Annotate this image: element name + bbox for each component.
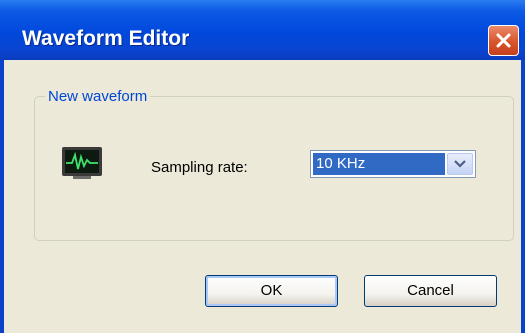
title-bar[interactable]: Waveform Editor (0, 0, 525, 60)
sampling-rate-label: Sampling rate: (151, 159, 248, 176)
dropdown-button[interactable] (447, 153, 473, 175)
ok-button[interactable]: OK (205, 275, 338, 307)
close-icon (496, 33, 511, 48)
cancel-button[interactable]: Cancel (364, 275, 497, 307)
waveform-monitor-icon (62, 147, 102, 179)
window-title: Waveform Editor (22, 27, 190, 50)
sampling-rate-value: 10 KHz (313, 153, 445, 175)
close-button[interactable] (488, 25, 519, 56)
chevron-down-icon (454, 160, 466, 168)
group-legend: New waveform (45, 87, 151, 106)
waveform-editor-dialog: Waveform Editor New waveform Sampling ra… (0, 0, 525, 333)
new-waveform-group: New waveform Sampling rate: 10 KHz (34, 87, 514, 241)
sampling-rate-select[interactable]: 10 KHz (310, 150, 476, 178)
dialog-body: New waveform Sampling rate: 10 KHz OK Ca… (4, 60, 521, 333)
